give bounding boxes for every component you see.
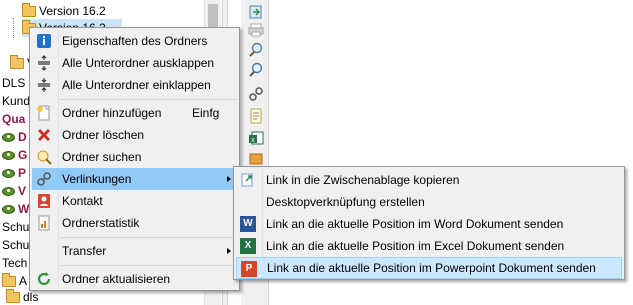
tree-item-g[interactable]: G	[2, 146, 27, 164]
eye-icon	[2, 168, 15, 178]
tree-connector	[13, 18, 14, 38]
tree-item-version-a[interactable]: Version 16.2	[22, 2, 106, 20]
excel-icon: X	[240, 238, 256, 254]
export-icon[interactable]	[248, 4, 264, 20]
contact-icon	[38, 194, 50, 208]
menu-item-refresh-folder[interactable]: Ordner aktualisieren	[32, 268, 237, 290]
statistics-icon	[38, 215, 50, 231]
links-submenu: Link in die Zwischenablage kopieren Desk…	[233, 166, 625, 280]
link-icon	[37, 172, 51, 186]
tree-item-v2[interactable]: V	[2, 182, 26, 200]
menu-item-folder-properties[interactable]: Eigenschaften des Ordners	[32, 30, 237, 52]
print-icon[interactable]	[248, 22, 264, 38]
tree-item-d[interactable]: D	[2, 128, 27, 146]
refresh-icon	[37, 272, 51, 286]
info-icon	[37, 34, 51, 48]
tree-item-tech[interactable]: Tech	[2, 254, 27, 272]
application-window: Version 16.2 Version 16.2 V DLS Kund Qua…	[0, 0, 633, 305]
eye-icon	[2, 186, 15, 196]
delete-icon	[37, 128, 51, 142]
tree-item-qua[interactable]: Qua	[2, 110, 25, 128]
tree-item-schu-b[interactable]: Schu	[2, 236, 29, 254]
eye-icon	[2, 150, 15, 160]
folder-icon	[10, 54, 24, 69]
word-icon: W	[240, 216, 256, 232]
menu-item-add-folder[interactable]: Ordner hinzufügen Einfg	[32, 102, 237, 124]
menu-separator	[60, 237, 237, 238]
clipboard-link-icon	[241, 173, 253, 187]
eye-icon	[2, 204, 15, 214]
menu-item-delete-folder[interactable]: Ordner löschen	[32, 124, 237, 146]
tree-item-w[interactable]: W	[2, 200, 29, 218]
link-tool-icon[interactable]	[248, 86, 264, 102]
submenu-item-copy-link[interactable]: Link in die Zwischenablage kopieren	[236, 169, 622, 191]
tree-item-kund[interactable]: Kund	[2, 92, 30, 110]
menu-item-collapse-all[interactable]: Alle Unterordner einklappen	[32, 74, 237, 96]
submenu-arrow-icon	[227, 176, 231, 182]
submenu-item-desktop-shortcut[interactable]: Desktopverknüpfung erstellen	[236, 191, 622, 213]
svg-text:x: x	[251, 137, 255, 144]
tree-item-schu-a[interactable]: Schu	[2, 218, 29, 236]
submenu-arrow-icon	[227, 248, 231, 254]
menu-item-expand-all[interactable]: Alle Unterordner ausklappen	[32, 52, 237, 74]
menu-item-search-folder[interactable]: Ordner suchen	[32, 146, 237, 168]
new-folder-icon	[37, 105, 50, 121]
zoom-out-icon[interactable]	[248, 62, 264, 78]
search-folder-icon	[37, 150, 52, 165]
folder-context-menu: Eigenschaften des Ordners Alle Unterordn…	[29, 27, 240, 291]
eye-icon	[2, 132, 15, 142]
collapse-all-icon	[38, 78, 50, 92]
zoom-in-icon[interactable]	[248, 42, 264, 58]
folder-icon	[2, 272, 16, 287]
menu-item-contact[interactable]: Kontakt	[32, 190, 237, 212]
folder-icon	[6, 288, 20, 303]
menu-item-links[interactable]: Verlinkungen	[32, 168, 237, 190]
menu-item-transfer[interactable]: Transfer	[32, 240, 237, 262]
tree-item-p[interactable]: P	[2, 164, 26, 182]
folder-icon	[22, 2, 36, 17]
menu-separator	[60, 99, 237, 100]
menu-separator	[60, 265, 237, 266]
tree-item-dls[interactable]: DLS	[2, 74, 25, 92]
document-icon[interactable]	[248, 108, 264, 124]
users-icon[interactable]	[248, 150, 264, 166]
submenu-item-send-word[interactable]: W Link an die aktuelle Position im Word …	[236, 213, 622, 235]
menu-item-folder-statistics[interactable]: Ordnerstatistik	[32, 212, 237, 234]
expand-all-icon	[38, 55, 50, 71]
submenu-item-send-powerpoint[interactable]: P Link an die aktuelle Position im Power…	[236, 257, 622, 279]
submenu-item-send-excel[interactable]: X Link an die aktuelle Position im Excel…	[236, 235, 622, 257]
powerpoint-icon: P	[241, 261, 257, 277]
excel-export-icon[interactable]: x	[248, 130, 264, 146]
